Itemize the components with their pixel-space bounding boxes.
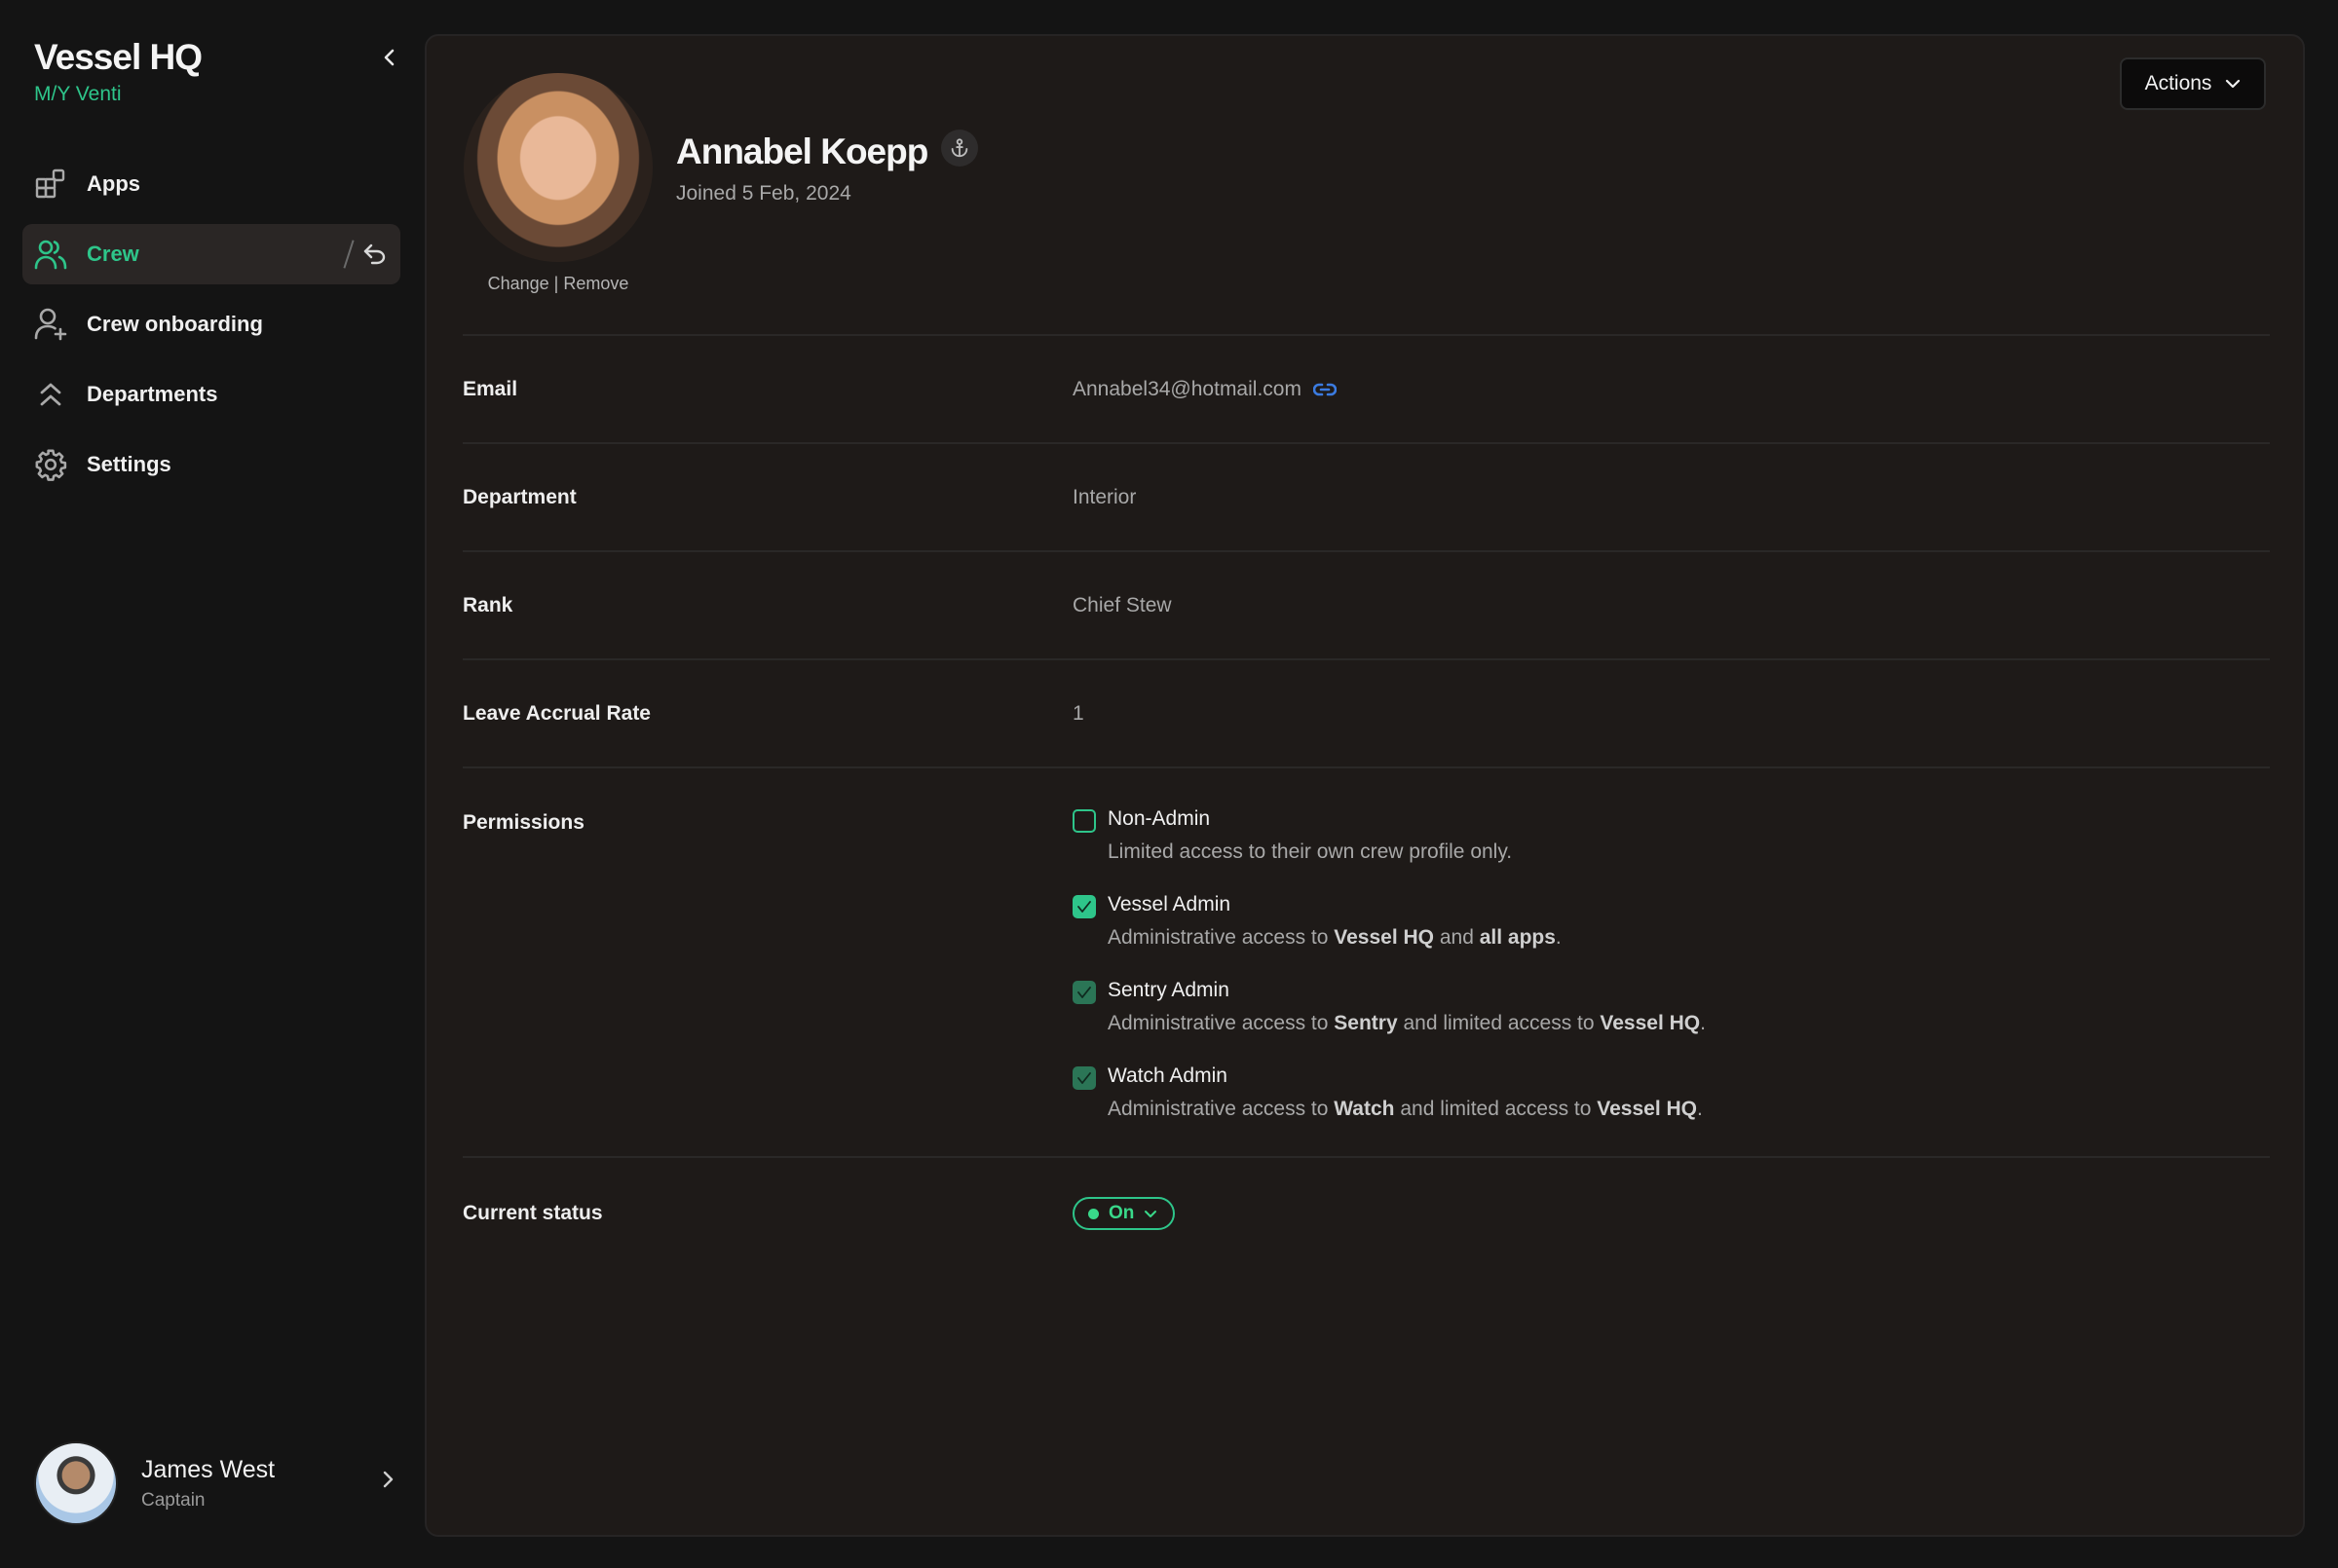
apps-icon — [34, 168, 67, 201]
check-icon — [1077, 1072, 1091, 1084]
avatar — [34, 1441, 118, 1525]
field-label: Department — [463, 485, 577, 508]
field-label: Permissions — [463, 811, 584, 834]
field-label: Email — [463, 377, 518, 400]
profile-name: Annabel Koepp — [676, 131, 928, 171]
permission-desc: Limited access to their own crew profile… — [1108, 840, 1513, 863]
watch-admin-checkbox[interactable] — [1073, 1066, 1096, 1090]
anchor-badge — [941, 130, 979, 167]
permission-non-admin: Non-Admin Limited access to their own cr… — [1073, 807, 1706, 864]
rank-value: Chief Stew — [1073, 593, 1172, 616]
email-value: Annabel34@hotmail.com — [1073, 377, 1301, 400]
sidebar-item-label: Departments — [87, 382, 218, 406]
field-row-permissions: Permissions Non-Admin Limited access to … — [463, 766, 2270, 1156]
actions-dropdown-button[interactable]: Actions — [2120, 57, 2266, 110]
permission-vessel-admin: Vessel Admin Administrative access to Ve… — [1073, 893, 1706, 950]
permission-title: Watch Admin — [1108, 1064, 1227, 1087]
vessel-name: M/Y Venti — [34, 83, 122, 105]
link-icon[interactable] — [1312, 382, 1337, 397]
sidebar-item-label: Crew — [87, 242, 139, 266]
sidebar: Vessel HQ M/Y Venti Apps Crew Crew onboa… — [0, 0, 425, 1568]
permission-sentry-admin: Sentry Admin Administrative access to Se… — [1073, 979, 1706, 1035]
permission-title: Non-Admin — [1108, 807, 1211, 830]
permission-title: Vessel Admin — [1108, 893, 1231, 915]
divider-slash — [343, 240, 355, 269]
check-icon — [1077, 901, 1091, 913]
chevron-down-icon — [1145, 1210, 1157, 1217]
sidebar-item-crew[interactable]: Crew — [22, 224, 400, 284]
joined-date: Joined 5 Feb, 2024 — [676, 182, 851, 205]
profile-fields: Email Annabel34@hotmail.com Department I… — [463, 334, 2270, 1269]
sentry-admin-checkbox[interactable] — [1073, 981, 1096, 1004]
user-plus-icon — [34, 308, 67, 341]
sidebar-item-label: Apps — [87, 171, 140, 196]
field-label: Rank — [463, 593, 513, 616]
field-label: Leave Accrual Rate — [463, 701, 651, 725]
status-dropdown[interactable]: On — [1073, 1197, 1176, 1230]
sidebar-item-apps[interactable]: Apps — [22, 154, 400, 214]
leave-accrual-value: 1 — [1073, 701, 1084, 725]
change-avatar-link[interactable]: Change — [488, 274, 549, 293]
check-icon — [1077, 987, 1091, 998]
anchor-icon — [952, 138, 968, 158]
crew-icon — [34, 238, 67, 271]
chevron-down-icon — [2226, 79, 2241, 89]
sidebar-item-crew-onboarding[interactable]: Crew onboarding — [22, 294, 400, 355]
field-row-department: Department Interior — [463, 442, 2270, 550]
sidebar-item-label: Settings — [87, 452, 171, 476]
sidebar-item-departments[interactable]: Departments — [22, 364, 400, 425]
avatar-action-separator: | — [548, 274, 564, 293]
field-row-leave-accrual: Leave Accrual Rate 1 — [463, 658, 2270, 766]
non-admin-checkbox[interactable] — [1073, 809, 1096, 833]
permission-title: Sentry Admin — [1108, 979, 1229, 1001]
permission-desc: Administrative access to Sentry and limi… — [1108, 1012, 1706, 1034]
sidebar-item-label: Crew onboarding — [87, 312, 263, 336]
permission-desc: Administrative access to Watch and limit… — [1108, 1098, 1703, 1120]
sidebar-nav: Apps Crew Crew onboarding Departments Se… — [22, 154, 400, 504]
vessel-admin-checkbox[interactable] — [1073, 895, 1096, 918]
chevron-right-icon — [383, 1471, 394, 1488]
status-value: On — [1109, 1203, 1135, 1223]
sidebar-item-settings[interactable]: Settings — [22, 434, 400, 495]
field-label: Current status — [463, 1202, 603, 1224]
undo-icon[interactable] — [363, 243, 387, 265]
remove-avatar-link[interactable]: Remove — [563, 274, 628, 293]
field-row-email: Email Annabel34@hotmail.com — [463, 334, 2270, 442]
permission-watch-admin: Watch Admin Administrative access to Wat… — [1073, 1064, 1706, 1121]
department-value: Interior — [1073, 485, 1137, 508]
gear-icon — [34, 448, 67, 481]
permissions-list: Non-Admin Limited access to their own cr… — [1073, 807, 1706, 1121]
user-name: James West — [141, 1455, 276, 1483]
collapse-sidebar-button[interactable] — [376, 43, 403, 72]
app-title: Vessel HQ — [34, 37, 203, 77]
status-dot-icon — [1088, 1208, 1099, 1219]
field-row-rank: Rank Chief Stew — [463, 550, 2270, 658]
user-role: Captain — [141, 1489, 206, 1511]
actions-label: Actions — [2144, 72, 2212, 94]
permission-desc: Administrative access to Vessel HQ and a… — [1108, 926, 1562, 949]
profile-avatar — [464, 73, 653, 262]
current-user[interactable]: James West Captain — [34, 1441, 395, 1525]
crew-profile-card: Change | Remove Annabel Koepp Joined 5 F… — [425, 34, 2305, 1537]
chevrons-up-icon — [34, 378, 67, 411]
chevron-left-icon — [384, 49, 395, 66]
field-row-current-status: Current status On — [463, 1156, 2270, 1269]
